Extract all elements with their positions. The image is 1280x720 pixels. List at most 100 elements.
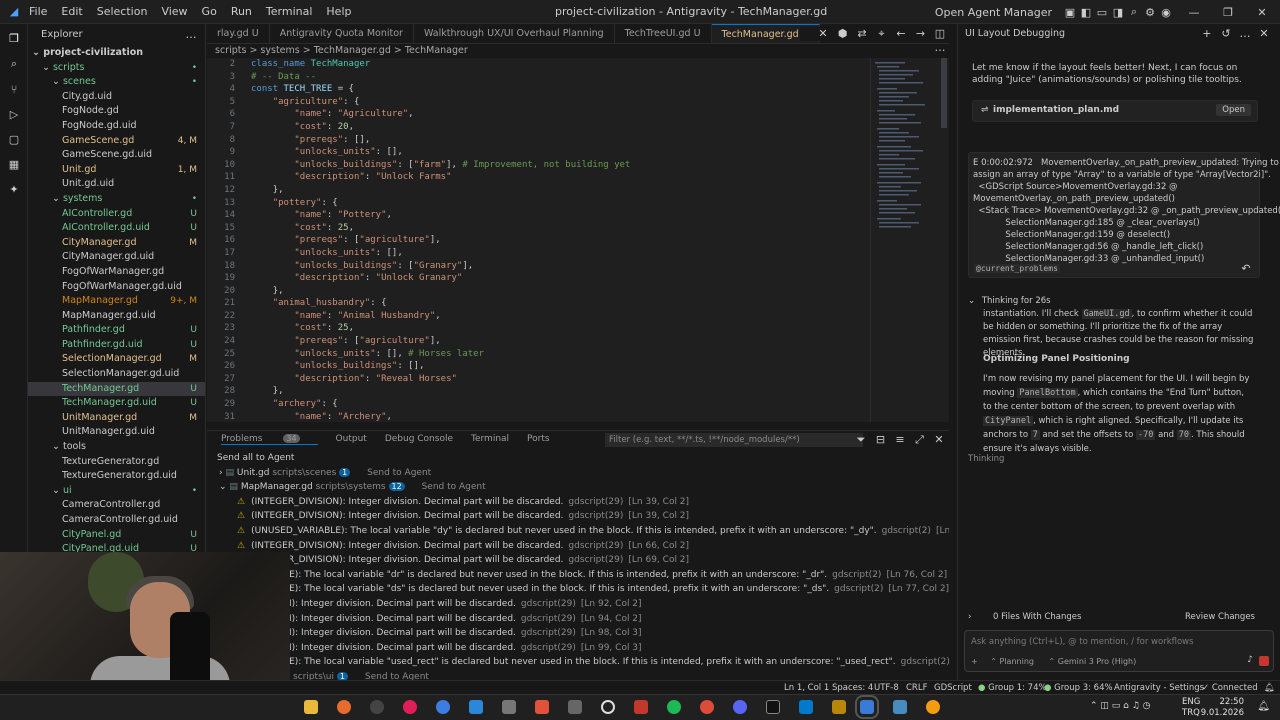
- tree-file[interactable]: TextureGenerator.gd.uid: [28, 469, 205, 484]
- menu-file[interactable]: File: [22, 5, 54, 18]
- app-icon[interactable]: [634, 700, 648, 714]
- antigravity-icon[interactable]: [855, 695, 879, 719]
- thinking-toggle[interactable]: ⌄ Thinking for 26s: [968, 296, 1051, 306]
- menu-run[interactable]: Run: [224, 5, 259, 18]
- group3-status[interactable]: ● Group 3: 64%: [1044, 681, 1113, 695]
- tree-file[interactable]: City.gd.uid: [28, 90, 205, 105]
- tree-folder[interactable]: ⌄ tools: [28, 440, 205, 455]
- account-icon[interactable]: ◉: [1158, 6, 1174, 19]
- new-chat-icon[interactable]: +: [1199, 24, 1215, 44]
- toggle-secondary-sidebar-icon[interactable]: ◨: [1110, 6, 1126, 19]
- close-icon[interactable]: ✕: [1256, 24, 1272, 44]
- chrome-icon[interactable]: [700, 700, 714, 714]
- obs-icon[interactable]: [370, 700, 384, 714]
- group1-status[interactable]: ● Group 1: 74%: [978, 681, 1047, 695]
- layout-icon[interactable]: ▣: [1062, 6, 1078, 19]
- encoding[interactable]: UTF-8: [874, 681, 899, 695]
- tree-root[interactable]: ⌄ project-civilization: [28, 46, 205, 61]
- send-to-agent-button[interactable]: Send to Agent: [367, 468, 431, 478]
- chat-input-box[interactable]: Ask anything (Ctrl+L), @ to mention, / f…: [964, 630, 1274, 672]
- tree-file[interactable]: MapManager.gd.uid: [28, 309, 205, 324]
- tree-file[interactable]: FogOfWarManager.gd.uid: [28, 280, 205, 295]
- editor-tab[interactable]: Antigravity Quota Monitor: [270, 24, 414, 43]
- back-icon[interactable]: ←: [893, 27, 909, 40]
- tab-debug-console[interactable]: Debug Console: [385, 434, 453, 444]
- tree-file[interactable]: FogNode.gd.uid: [28, 119, 205, 134]
- toggle-sidebar-icon[interactable]: ◧: [1078, 6, 1094, 19]
- tree-file[interactable]: Unit.gd.uid: [28, 177, 205, 192]
- tree-folder[interactable]: ⌄ ui •: [28, 484, 205, 499]
- minimize-icon[interactable]: —: [1186, 6, 1202, 19]
- add-context-icon[interactable]: +: [971, 657, 978, 666]
- tab-terminal[interactable]: Terminal: [471, 434, 509, 444]
- problem-row[interactable]: ⚠(INTEGER_DIVISION): Integer division. D…: [207, 539, 949, 554]
- tree-file[interactable]: TechManager.gd U: [28, 381, 205, 397]
- agent-icon[interactable]: ✦: [6, 183, 22, 196]
- slack-icon[interactable]: [403, 700, 417, 714]
- split-editor-icon[interactable]: ◫: [932, 27, 948, 40]
- source-control-icon[interactable]: ⑂: [6, 83, 22, 96]
- search-icon[interactable]: ⌕: [6, 57, 22, 71]
- editor-tab[interactable]: TechTreeUI.gd U: [615, 24, 712, 43]
- agent-action-icon[interactable]: ⬢: [835, 27, 851, 40]
- maximize-panel-icon[interactable]: ⤢: [912, 433, 928, 447]
- more-actions-icon[interactable]: …: [183, 24, 199, 46]
- tree-file[interactable]: UnitManager.gd M: [28, 411, 205, 426]
- problem-row[interactable]: ⚠DIVISION): Integer division. Decimal pa…: [207, 641, 949, 656]
- tray-icons[interactable]: ⌃ ◫ ▭ ⌂ ♫ ◷: [1090, 701, 1151, 711]
- cursor-position[interactable]: Ln 1, Col 1: [784, 681, 829, 695]
- menu-edit[interactable]: Edit: [54, 5, 89, 18]
- tree-file[interactable]: SelectionManager.gd.uid: [28, 367, 205, 382]
- restore-icon[interactable]: ❐: [1220, 6, 1236, 19]
- tree-file[interactable]: CityManager.gd.uid: [28, 250, 205, 265]
- language-mode[interactable]: GDScript: [934, 681, 972, 695]
- terminal-icon[interactable]: [766, 700, 780, 714]
- microphone-icon[interactable]: ♪: [1247, 655, 1253, 665]
- app-icon[interactable]: [436, 700, 450, 714]
- app-icon[interactable]: [926, 700, 940, 714]
- problem-group[interactable]: › ▤ Unit.gd scripts\scenes 1 Send to Age…: [207, 466, 949, 481]
- problem-row[interactable]: ⚠(INTEGER_DIVISION): Integer division. D…: [207, 509, 949, 524]
- send-all-to-agent-button[interactable]: Send all to Agent: [217, 453, 294, 463]
- tree-file[interactable]: GameScene.gd.uid: [28, 148, 205, 163]
- tree-file[interactable]: AIController.gd U: [28, 207, 205, 222]
- language-indicator[interactable]: ENG TRQ: [1182, 697, 1200, 719]
- undo-icon[interactable]: ↶: [1238, 262, 1254, 275]
- tree-file[interactable]: GameScene.gd 4, M: [28, 134, 205, 149]
- compare-icon[interactable]: ⇄: [854, 27, 870, 40]
- tree-file[interactable]: CityPanel.gd U: [28, 528, 205, 543]
- spotify-icon[interactable]: [667, 700, 681, 714]
- problem-group[interactable]: ⌄ ▤ MapManager.gd scripts\systems 12 Sen…: [207, 480, 949, 495]
- tree-file[interactable]: FogOfWarManager.gd: [28, 265, 205, 280]
- tree-file[interactable]: AIController.gd.uid U: [28, 221, 205, 236]
- problem-row[interactable]: ⚠(INTEGER_DIVISION): Integer division. D…: [207, 495, 949, 510]
- firefox-icon[interactable]: [337, 700, 351, 714]
- clock-icon[interactable]: [601, 700, 615, 714]
- files-changes-bar[interactable]: › 0 Files With Changes Review Changes: [958, 612, 1280, 626]
- send-to-agent-button[interactable]: Send to Agent: [422, 482, 486, 492]
- extensions-icon[interactable]: ▦: [6, 158, 22, 171]
- line-ending[interactable]: CRLF: [906, 681, 927, 695]
- open-artifact-button[interactable]: Open: [1216, 104, 1251, 116]
- file-explorer-icon[interactable]: [304, 700, 318, 714]
- menu-view[interactable]: View: [154, 5, 194, 18]
- problem-row[interactable]: ⚠(INTEGER_DIVISION): Integer division. D…: [207, 553, 949, 568]
- close-tab-icon[interactable]: ✕: [815, 27, 831, 40]
- mode-selector[interactable]: ⌃ Planning: [990, 657, 1034, 666]
- collapse-all-icon[interactable]: ⊟: [873, 433, 889, 446]
- close-panel-icon[interactable]: ✕: [931, 433, 947, 446]
- problem-row[interactable]: ⚠VARIABLE): The local variable "dr" is d…: [207, 568, 949, 583]
- artifact-card[interactable]: ⇌ implementation_plan.md Open: [972, 100, 1258, 122]
- close-window-icon[interactable]: ✕: [1254, 6, 1270, 19]
- menu-go[interactable]: Go: [195, 5, 224, 18]
- problem-row[interactable]: ⚠DIVISION): Integer division. Decimal pa…: [207, 626, 949, 641]
- stop-button[interactable]: [1259, 656, 1269, 666]
- code-editor[interactable]: 2 class_name TechManager 3 # -- Data -- 4 con…: [207, 58, 949, 422]
- filter-icon[interactable]: ⏷: [853, 433, 869, 447]
- history-icon[interactable]: ↺: [1218, 24, 1234, 44]
- tab-ports[interactable]: Ports: [527, 434, 550, 444]
- problem-group[interactable]: scripts\ui 1 Send to Agent: [207, 670, 949, 680]
- menu-help[interactable]: Help: [319, 5, 358, 18]
- godot-icon[interactable]: [893, 700, 907, 714]
- model-selector[interactable]: ⌃ Gemini 3 Pro (High): [1049, 657, 1137, 666]
